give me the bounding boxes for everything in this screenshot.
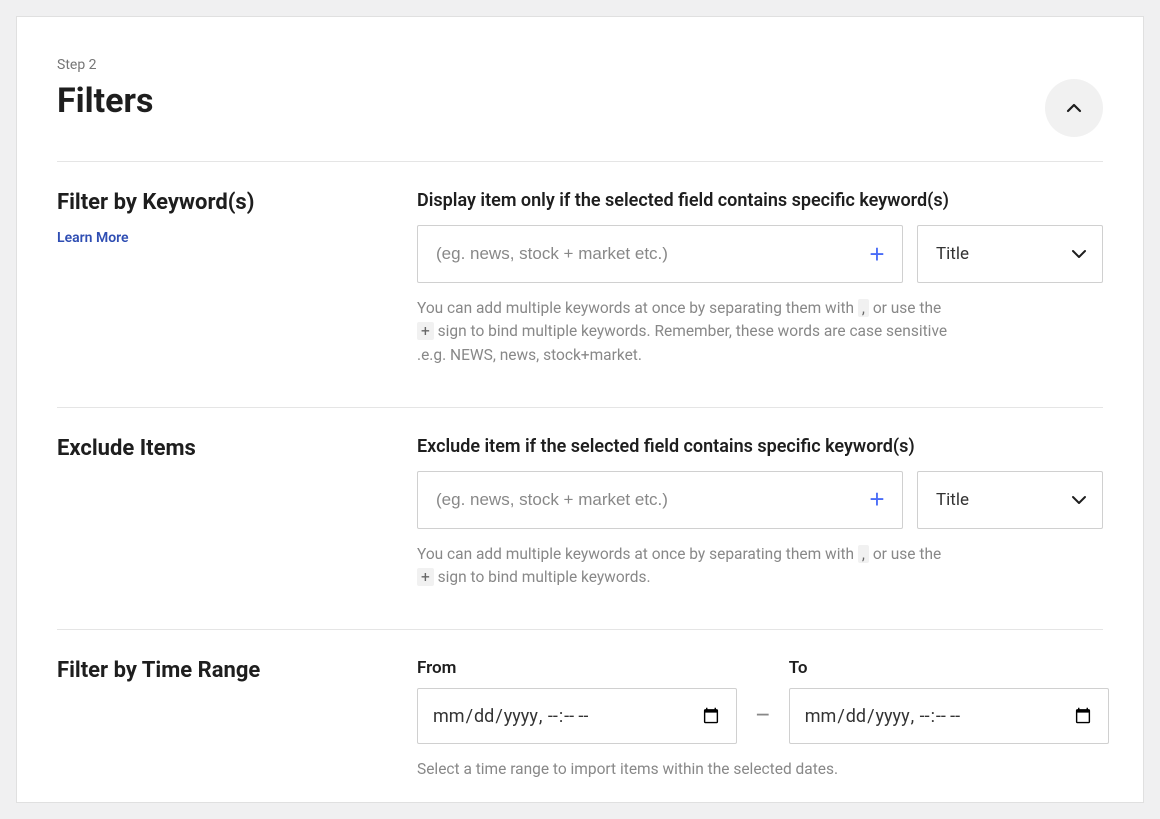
from-date-input[interactable] [417, 688, 737, 744]
time-help: Select a time range to import items with… [417, 758, 957, 781]
keywords-label: Display item only if the selected field … [417, 190, 1103, 211]
keywords-help: You can add multiple keywords at once by… [417, 297, 957, 367]
exclude-items-section: Exclude Items Exclude item if the select… [57, 436, 1103, 590]
to-label: To [789, 658, 1109, 678]
filter-keywords-section: Filter by Keyword(s) Learn More Display … [57, 190, 1103, 367]
learn-more-link[interactable]: Learn More [57, 230, 129, 246]
step-label: Step 2 [57, 57, 1103, 73]
time-range-section: Filter by Time Range From – To Select a … [57, 658, 1103, 781]
to-date-input[interactable] [789, 688, 1109, 744]
divider [57, 629, 1103, 630]
plus-icon: + [869, 484, 884, 515]
add-keyword-button[interactable]: + [859, 236, 895, 272]
time-title: Filter by Time Range [57, 658, 377, 683]
range-separator: – [755, 701, 771, 729]
exclude-label: Exclude item if the selected field conta… [417, 436, 1103, 457]
divider [57, 161, 1103, 162]
from-label: From [417, 658, 737, 678]
keywords-field-select[interactable]: Title [917, 225, 1103, 283]
plus-icon: + [869, 239, 884, 270]
collapse-button[interactable] [1045, 79, 1103, 137]
keywords-select-value: Title [936, 244, 969, 264]
card-title: Filters [57, 81, 1103, 121]
add-exclude-button[interactable]: + [859, 482, 895, 518]
exclude-select-value: Title [936, 490, 969, 510]
exclude-field-select[interactable]: Title [917, 471, 1103, 529]
divider [57, 407, 1103, 408]
exclude-help: You can add multiple keywords at once by… [417, 543, 957, 590]
exclude-input[interactable] [417, 471, 903, 529]
chevron-up-icon [1064, 98, 1084, 118]
keywords-input[interactable] [417, 225, 903, 283]
exclude-title: Exclude Items [57, 436, 377, 461]
keywords-title: Filter by Keyword(s) [57, 190, 377, 215]
filters-card: Step 2 Filters Filter by Keyword(s) Lear… [16, 16, 1144, 803]
